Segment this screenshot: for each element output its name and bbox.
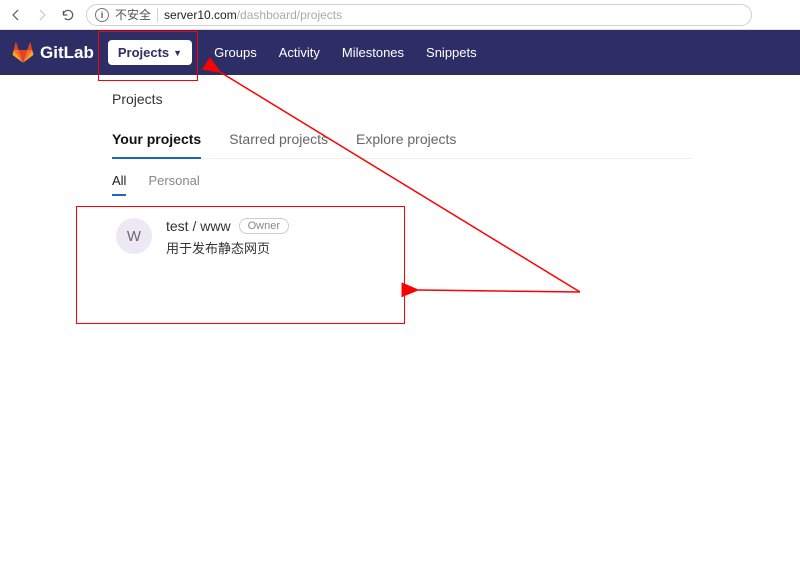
gitlab-logo-icon xyxy=(12,42,34,64)
project-meta: test / www Owner 用于发布静态网页 xyxy=(166,218,289,257)
project-avatar: W xyxy=(116,218,152,254)
project-tabs: Your projects Starred projects Explore p… xyxy=(112,131,692,159)
project-row[interactable]: W test / www Owner 用于发布静态网页 xyxy=(112,204,800,271)
forward-icon[interactable] xyxy=(34,7,50,23)
project-subtabs: All Personal xyxy=(112,173,800,196)
nav-link-groups[interactable]: Groups xyxy=(214,45,257,60)
chevron-down-icon: ▼ xyxy=(173,48,182,58)
nav-link-activity[interactable]: Activity xyxy=(279,45,320,60)
subtab-personal[interactable]: Personal xyxy=(148,173,199,196)
nav-link-milestones[interactable]: Milestones xyxy=(342,45,404,60)
page-body: Projects Your projects Starred projects … xyxy=(0,75,800,271)
projects-dropdown[interactable]: Projects ▼ xyxy=(108,40,192,65)
top-nav: GitLab Projects ▼ Groups Activity Milest… xyxy=(0,30,800,75)
url-text: server10.com/dashboard/projects xyxy=(164,8,342,22)
security-label: 不安全 xyxy=(115,6,151,23)
project-path: test / www Owner xyxy=(166,218,289,234)
project-path-text[interactable]: test / www xyxy=(166,218,231,234)
annotation-arrow-side xyxy=(418,290,580,292)
project-description: 用于发布静态网页 xyxy=(166,238,289,257)
browser-chrome: i 不安全 server10.com/dashboard/projects xyxy=(0,0,800,30)
tab-explore-projects[interactable]: Explore projects xyxy=(356,131,456,158)
tab-your-projects[interactable]: Your projects xyxy=(112,131,201,159)
tab-starred-projects[interactable]: Starred projects xyxy=(229,131,328,158)
brand-label: GitLab xyxy=(40,43,94,63)
reload-icon[interactable] xyxy=(60,7,76,23)
brand[interactable]: GitLab xyxy=(12,42,94,64)
nav-link-snippets[interactable]: Snippets xyxy=(426,45,477,60)
url-bar[interactable]: i 不安全 server10.com/dashboard/projects xyxy=(86,4,752,26)
role-badge: Owner xyxy=(239,218,289,234)
subtab-all[interactable]: All xyxy=(112,173,126,196)
back-icon[interactable] xyxy=(8,7,24,23)
urlbar-divider xyxy=(157,8,158,22)
page-title: Projects xyxy=(112,91,800,107)
info-icon: i xyxy=(95,8,109,22)
projects-dropdown-label: Projects xyxy=(118,45,169,60)
